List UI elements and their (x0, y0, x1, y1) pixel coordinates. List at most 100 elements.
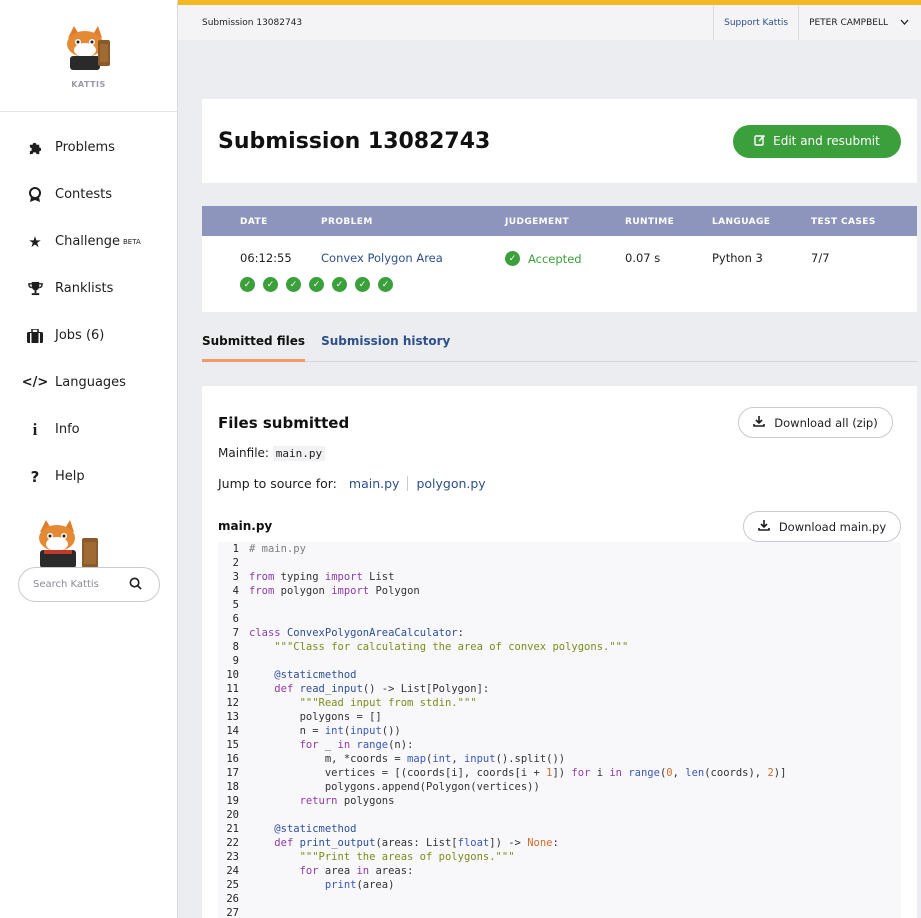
col-judgement: JUDGEMENT (505, 217, 570, 227)
code-line: 18 polygons.append(Polygon(vertices)) (226, 781, 540, 793)
test-case-check-icon: ✓ (309, 277, 324, 292)
search-input[interactable] (33, 579, 129, 590)
judgement-cell: ✓ Accepted (505, 251, 582, 266)
info-icon: i (32, 419, 38, 439)
brand-name: KATTIS (71, 80, 106, 89)
download-icon (753, 415, 766, 430)
award-icon (26, 186, 44, 204)
tab-submitted-files[interactable]: Submitted files (202, 328, 306, 362)
sidebar-item-info[interactable]: i Info (0, 406, 177, 453)
code-line: 23 """Print the areas of polygons.""" (226, 851, 515, 863)
submission-table: DATE PROBLEM JUDGEMENT RUNTIME LANGUAGE … (202, 206, 917, 312)
mainfile-line: Mainfile: main.py (218, 446, 326, 461)
sidebar-item-problems[interactable]: Problems (0, 124, 177, 171)
test-case-check-icon: ✓ (332, 277, 347, 292)
download-file-button[interactable]: Download main.py (743, 511, 901, 542)
test-case-check-icon: ✓ (378, 277, 393, 292)
test-case-results: ✓ ✓ ✓ ✓ ✓ ✓ ✓ (240, 277, 401, 292)
col-language: LANGUAGE (712, 217, 771, 227)
language-cell: Python 3 (712, 251, 763, 265)
code-line: 10 @staticmethod (226, 669, 357, 681)
sidebar-item-label: Jobs (6) (55, 328, 105, 343)
code-line: 2 (232, 557, 239, 569)
beta-badge: BETA (123, 237, 141, 246)
test-case-check-icon: ✓ (263, 277, 278, 292)
brand[interactable]: KATTIS (0, 0, 177, 112)
download-all-button[interactable]: Download all (zip) (738, 407, 893, 438)
sidebar-item-jobs[interactable]: Jobs (6) (0, 312, 177, 359)
tab-submission-history[interactable]: Submission history (321, 328, 450, 361)
code-line: 13 polygons = [] (226, 711, 382, 723)
page-title: Submission 13082743 (218, 128, 491, 154)
sidebar-item-label: Info (55, 422, 80, 437)
puzzle-icon (26, 139, 44, 157)
sidebar: KATTIS Problems Contests ★ Challenge BET… (0, 0, 178, 918)
trophy-icon (26, 280, 44, 298)
code-line: 5 (232, 599, 239, 611)
col-test-cases: TEST CASES (811, 217, 876, 227)
test-cases-cell: 7/7 (811, 251, 830, 265)
top-bar: Submission 13082743 Support Kattis PETER… (178, 0, 921, 40)
code-line: 22 def print_output(areas: List[float]) … (226, 837, 559, 849)
jump-link-main[interactable]: main.py (349, 476, 408, 491)
test-case-check-icon: ✓ (286, 277, 301, 292)
download-all-label: Download all (zip) (774, 415, 878, 430)
col-problem: PROBLEM (321, 217, 373, 227)
user-menu[interactable]: PETER CAMPBELL (798, 5, 921, 40)
code-line: 11 def read_input() -> List[Polygon]: (226, 683, 490, 695)
code-line: 24 for area in areas: (226, 865, 414, 877)
code-line: 27 (226, 907, 239, 918)
sidebar-item-languages[interactable]: </> Languages (0, 359, 177, 406)
star-icon: ★ (28, 232, 42, 251)
user-name: PETER CAMPBELL (809, 17, 888, 28)
sidebar-item-help[interactable]: ? Help (0, 453, 177, 500)
problem-link[interactable]: Convex Polygon Area (321, 251, 443, 265)
mainfile-value: main.py (272, 446, 326, 461)
sidebar-item-label: Challenge (55, 234, 120, 249)
files-panel: Files submitted Download all (zip) Mainf… (202, 386, 917, 918)
test-case-check-icon: ✓ (240, 277, 255, 292)
code-line: 6 (232, 613, 239, 625)
code-line: 1 # main.py (232, 543, 306, 555)
jump-link-polygon[interactable]: polygon.py (407, 476, 493, 491)
sidebar-item-label: Languages (55, 375, 126, 390)
search-box[interactable] (18, 567, 160, 602)
sidebar-nav: Problems Contests ★ Challenge BETA Rankl… (0, 112, 177, 500)
sidebar-item-ranklists[interactable]: Ranklists (0, 265, 177, 312)
jump-label: Jump to source for: (218, 476, 337, 491)
code-line: 25 print(area) (226, 879, 395, 891)
sidebar-item-contests[interactable]: Contests (0, 171, 177, 218)
sidebar-item-label: Problems (55, 140, 115, 155)
sidebar-item-label: Ranklists (55, 281, 114, 296)
chevron-down-icon (900, 18, 909, 28)
download-icon (758, 519, 770, 534)
check-icon: ✓ (505, 251, 520, 266)
jump-to-source: Jump to source for: main.py polygon.py (218, 476, 494, 491)
support-link[interactable]: Support Kattis (713, 5, 798, 40)
submission-header: Submission 13082743 Edit and resubmit (202, 99, 917, 183)
code-line: 12 """Read input from stdin.""" (226, 697, 477, 709)
code-line: 15 for _ in range(n): (226, 739, 414, 751)
code-line: 26 (226, 893, 239, 905)
judgement-label: Accepted (528, 251, 582, 266)
sidebar-item-label: Help (55, 469, 85, 484)
table-row: 06:12:55 Convex Polygon Area ✓ Accepted … (202, 236, 917, 312)
edit-resubmit-button[interactable]: Edit and resubmit (733, 124, 901, 158)
col-runtime: RUNTIME (625, 217, 675, 227)
sidebar-item-challenge[interactable]: ★ Challenge BETA (0, 218, 177, 265)
file-name: main.py (218, 519, 273, 533)
search-icon[interactable] (129, 575, 142, 594)
code-icon: </> (21, 375, 49, 390)
briefcase-icon (26, 327, 44, 345)
date-cell: 06:12:55 (240, 251, 292, 265)
runtime-cell: 0.07 s (625, 251, 661, 265)
breadcrumb: Submission 13082743 (202, 17, 303, 28)
download-file-label: Download main.py (778, 519, 887, 534)
code-line: 4 from polygon import Polygon (232, 585, 420, 597)
sidebar-item-label: Contests (55, 187, 113, 202)
code-view[interactable]: 1 # main.py 2 3 from typing import List 4f… (218, 542, 901, 918)
code-line: 17 vertices = [(coords[i], coords[i + 1]… (226, 767, 787, 779)
test-case-check-icon: ✓ (355, 277, 370, 292)
code-line: 21 @staticmethod (226, 823, 357, 835)
code-line: 20 (226, 809, 239, 821)
